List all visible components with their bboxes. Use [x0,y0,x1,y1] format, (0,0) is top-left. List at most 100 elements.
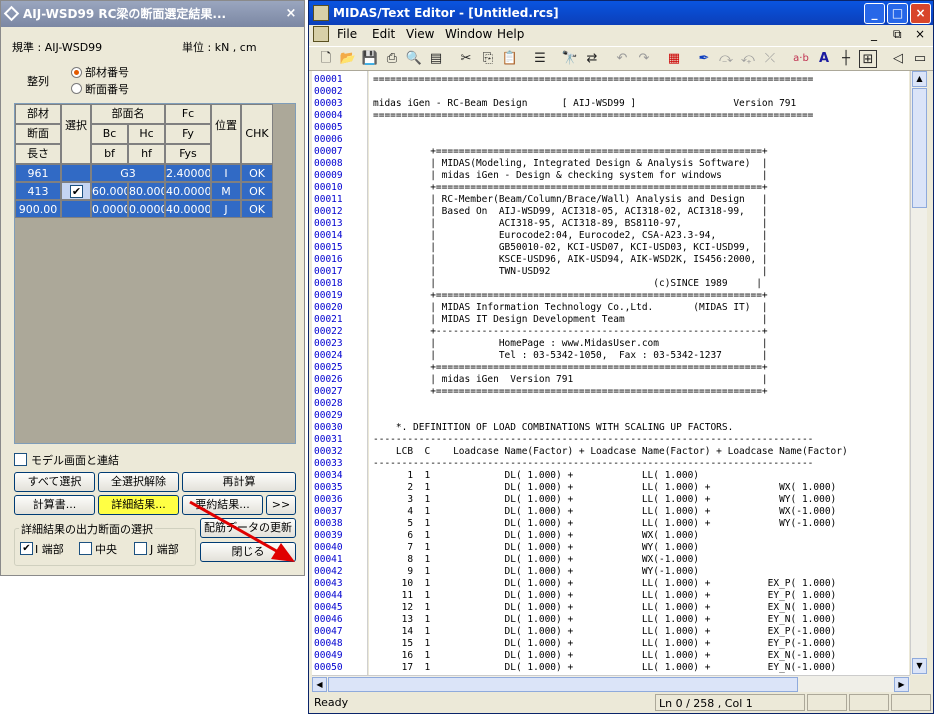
cut-icon[interactable]: ✂ [457,50,475,68]
scroll-down-icon[interactable]: ▼ [912,658,927,674]
document-icon[interactable] [313,26,329,42]
select-all-button[interactable]: すべて選択 [14,472,95,492]
mdi-restore-icon[interactable]: ⧉ [893,27,902,42]
doc-nav-icon[interactable]: ▭ [911,50,929,68]
col-header-section: 断面 [15,124,61,144]
text-line: +=======================================… [373,386,768,397]
paste-icon[interactable]: 📋 [501,50,519,68]
menu-view[interactable]: View [406,27,434,41]
undo-icon[interactable]: ↶ [613,50,631,68]
line-number: 00031 [314,434,343,445]
text-line: 9 1 DL( 1.000) + WY(-1.000) [373,566,700,577]
more-button[interactable]: >> [266,495,296,515]
cell-bf: 0.0000 [91,200,128,218]
line-number: 00036 [314,494,343,505]
column-marker-icon[interactable]: ┼ [837,50,855,68]
summary-result-button[interactable]: 要約結果... [182,495,263,515]
clear-mark-icon[interactable]: ⤫ [761,50,779,68]
line-number-gutter: 00001 00002 00003 00004 00005 00006 00007 00008… [312,71,368,675]
prev-mark-icon[interactable]: ⤽ [739,50,757,68]
find-icon[interactable]: 🔭 [561,50,579,68]
menu-help[interactable]: Help [497,27,524,41]
calc-report-button[interactable]: 計算書... [14,495,95,515]
text-line: | Eurocode2:04, Eurocode2, CSA-A23.3-94,… [373,230,768,241]
menu-file[interactable]: File [337,27,357,41]
scroll-up-icon[interactable]: ▲ [912,71,927,87]
recalculate-button[interactable]: 再計算 [182,472,296,492]
deselect-all-button[interactable]: 全選択解除 [98,472,179,492]
minimize-icon[interactable]: _ [864,3,885,24]
text-line: | KSCE-USD96, AIK-USD94, AIK-WSD2K, IS45… [373,254,768,265]
scroll-right-icon[interactable]: ▶ [894,677,909,692]
col-header-position: 位置 [211,104,241,164]
editor-titlebar[interactable]: MIDAS/Text Editor - [Untitled.rcs] _ □ × [309,1,933,25]
font-icon[interactable]: A [815,50,833,68]
menu-bar: File Edit View Window Help _ ⧉ × [309,25,933,45]
line-number: 00043 [314,578,343,589]
open-folder-icon[interactable]: 📂 [339,50,357,68]
col-header-select: 選択 [61,104,91,164]
line-number: 00013 [314,218,343,229]
text-line: | RC-Member(Beam/Column/Brace/Wall) Anal… [373,194,768,205]
save-icon[interactable]: 💾 [361,50,379,68]
col-header-bc: Bc [91,124,128,144]
pen-icon[interactable]: ✒ [695,50,713,68]
vertical-scroll-thumb[interactable] [912,88,927,208]
menu-window[interactable]: Window [445,27,492,41]
back-icon[interactable]: ◁ [889,50,907,68]
j-end-checkbox[interactable] [134,542,147,555]
text-line: | HomePage : www.MidasUser.com | [373,338,768,349]
horizontal-scrollbar[interactable]: ◀ ▶ [312,675,910,692]
detail-result-button[interactable]: 詳細結果... [98,495,179,515]
close-icon[interactable]: × [910,3,931,24]
mdi-close-icon[interactable]: × [915,27,925,41]
update-rebar-button[interactable]: 配筋データの更新 [200,518,296,538]
menu-edit[interactable]: Edit [372,27,395,41]
sort-by-member-radio[interactable] [71,67,82,78]
bookmark-icon[interactable]: ▦ [665,50,683,68]
sort-by-section-radio[interactable] [71,83,82,94]
copy-icon[interactable]: ⎘ [479,50,497,68]
horizontal-scroll-thumb[interactable] [328,677,798,692]
text-line: | MIDAS IT Design Development Team | [373,314,768,325]
link-model-checkbox[interactable] [14,453,27,466]
cell-bc: 60.000 [91,182,128,200]
line-number: 00009 [314,170,343,181]
line-number: 00021 [314,314,343,325]
page-setup-icon[interactable]: ▤ [427,50,445,68]
text-area[interactable]: ========================================… [369,71,909,675]
line-number: 00023 [314,338,343,349]
new-file-icon[interactable]: 🗋 [317,50,335,68]
scroll-left-icon[interactable]: ◀ [312,677,327,692]
print-preview-icon[interactable]: 🔍 [405,50,423,68]
mdi-minimize-icon[interactable]: _ [871,27,877,41]
dialog-close-icon[interactable]: × [282,1,300,27]
print-icon[interactable]: ⎙ [383,50,401,68]
line-number: 00033 [314,458,343,469]
next-mark-icon[interactable]: ⤼ [717,50,735,68]
grid-icon[interactable]: ⊞ [859,50,877,68]
col-header-section-name: 部面名 [91,104,165,124]
select-checkbox[interactable]: ✔ [70,185,83,198]
word-wrap-icon[interactable]: a·b [789,50,813,68]
line-number: 00025 [314,362,343,373]
redo-icon[interactable]: ↷ [635,50,653,68]
cell-hc: 80.000 [128,182,165,200]
line-number: 00015 [314,242,343,253]
col-header-fc: Fc [165,104,211,124]
dialog-diamond-icon [3,5,20,22]
maximize-icon[interactable]: □ [887,3,908,24]
vertical-scrollbar[interactable]: ▲ ▼ [910,71,927,675]
properties-icon[interactable]: ☰ [531,50,549,68]
replace-icon[interactable]: ⇄ [583,50,601,68]
cell-chk: OK [241,164,273,182]
close-button[interactable]: 閉じる [200,542,296,562]
line-number: 00029 [314,410,343,421]
text-line: LCB C Loadcase Name(Factor) + Loadcase N… [373,446,848,457]
center-checkbox[interactable] [79,542,92,555]
dialog-titlebar[interactable]: AIJ-WSD99 RC梁の断面選定結果... × [1,1,304,27]
i-end-checkbox[interactable]: ✔ [20,542,33,555]
text-line: +=======================================… [373,290,768,301]
line-number: 00048 [314,638,343,649]
cell-section: 413 [15,182,61,200]
